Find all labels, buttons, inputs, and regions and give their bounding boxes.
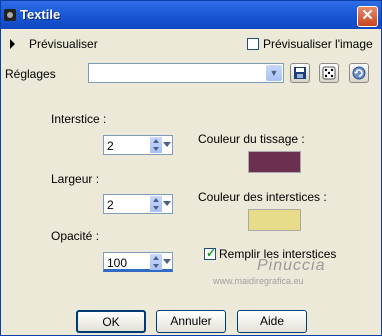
dice-icon: [322, 66, 336, 80]
interstice-label: Interstice :: [51, 112, 107, 126]
preset-select[interactable]: ▼: [88, 63, 284, 83]
help-button[interactable]: Aide: [237, 310, 307, 333]
weave-color-label: Couleur du tissage :: [198, 132, 305, 146]
settings-label: Réglages: [5, 67, 56, 81]
reset-icon: [352, 66, 366, 80]
floppy-disk-icon: [294, 67, 306, 79]
largeur-value: 2: [107, 198, 114, 212]
cancel-button[interactable]: Annuler: [156, 310, 226, 333]
largeur-dropdown-icon[interactable]: [163, 201, 171, 206]
opacite-label: Opacité :: [51, 229, 100, 243]
preview-image-label[interactable]: Prévisualiser l'image: [263, 37, 373, 51]
title-bar[interactable]: Textile ✕: [1, 1, 381, 29]
opacite-value: 100: [107, 256, 128, 270]
interstice-input[interactable]: 2: [103, 135, 173, 155]
opacite-input[interactable]: 100: [103, 252, 173, 272]
preview-toggle-label[interactable]: Prévisualiser: [29, 37, 98, 51]
preview-image-checkbox[interactable]: [247, 38, 259, 50]
reset-button[interactable]: [349, 63, 369, 83]
dialog-window: Textile ✕ Prévisualiser Prévisualiser l'…: [0, 0, 382, 336]
close-button[interactable]: ✕: [357, 6, 378, 27]
gap-color-swatch[interactable]: [248, 209, 301, 231]
close-icon: ✕: [361, 7, 374, 24]
interstice-value: 2: [107, 139, 114, 153]
interstice-spin-icon[interactable]: [150, 137, 162, 153]
randomize-button[interactable]: [319, 63, 339, 83]
window-title: Textile: [20, 7, 61, 22]
watermark-name: Pinuccia: [257, 257, 326, 274]
opacite-dropdown-icon[interactable]: [163, 259, 171, 264]
largeur-label: Largeur :: [51, 172, 100, 186]
app-icon: [4, 9, 16, 21]
opacite-spin-icon[interactable]: [150, 254, 162, 270]
fill-gaps-checkbox[interactable]: [204, 246, 216, 260]
largeur-spin-icon[interactable]: [150, 196, 162, 212]
interstice-dropdown-icon[interactable]: [163, 142, 171, 147]
weave-color-swatch[interactable]: [248, 151, 301, 173]
ok-button[interactable]: OK: [76, 310, 146, 333]
watermark-url: www.maidiregrafica.eu: [213, 276, 304, 286]
largeur-input[interactable]: 2: [103, 194, 173, 214]
save-preset-button[interactable]: [290, 63, 310, 83]
chevron-down-icon[interactable]: ▼: [266, 65, 282, 81]
expand-preview-icon[interactable]: [10, 39, 15, 49]
gap-color-label: Couleur des interstices :: [198, 190, 327, 204]
